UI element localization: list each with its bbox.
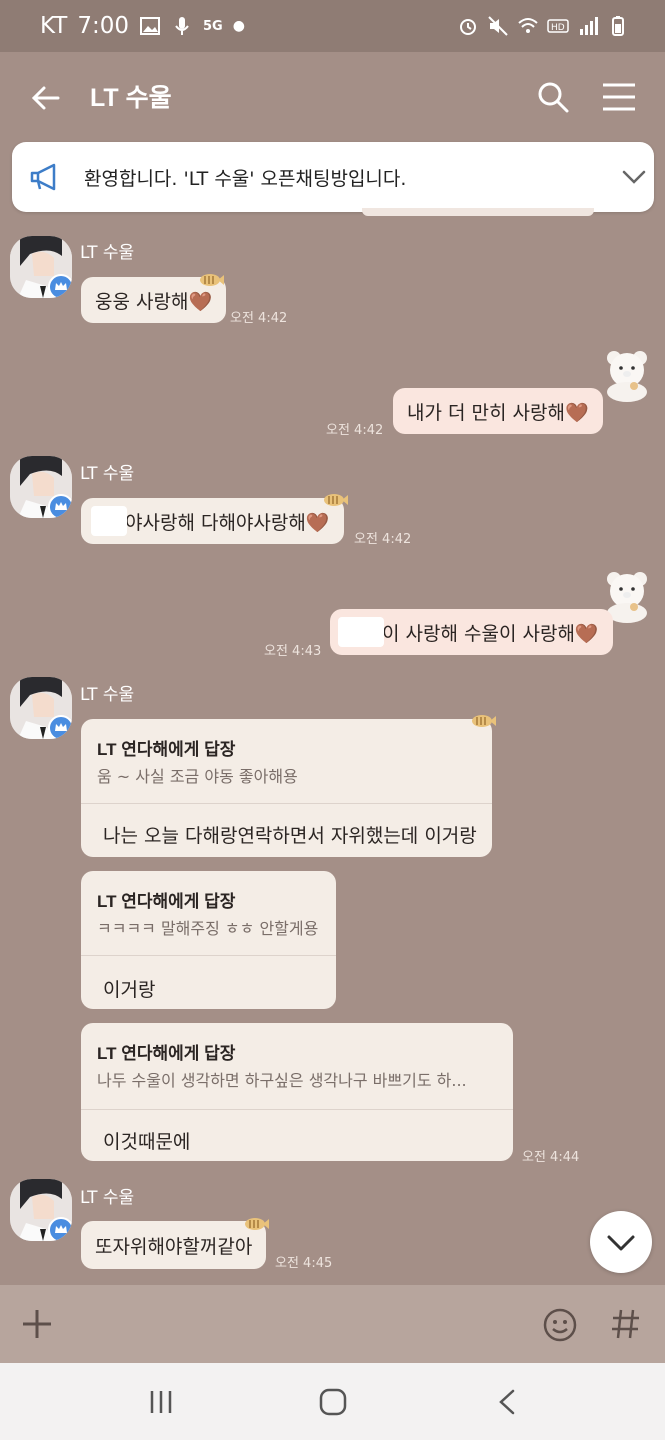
emoji-icon[interactable] bbox=[542, 1307, 578, 1343]
back-arrow-icon[interactable] bbox=[28, 80, 64, 116]
redaction-mark bbox=[338, 617, 384, 647]
reply-header: LT 연다해에게 답장 bbox=[97, 740, 236, 759]
crown-badge-icon bbox=[48, 494, 72, 518]
message-time: 오전 4:45 bbox=[275, 1256, 333, 1271]
reply-quote[interactable]: 움 ~ 사실 조금 야동 좋아해용 bbox=[97, 763, 298, 787]
reply-divider bbox=[81, 955, 336, 956]
network-label: 5G bbox=[203, 18, 223, 34]
message-time: 오전 4:42 bbox=[326, 423, 384, 438]
menu-icon[interactable] bbox=[600, 80, 638, 114]
message-time: 오전 4:44 bbox=[522, 1150, 580, 1165]
message-time: 오전 4:43 bbox=[264, 644, 322, 659]
crown-badge-icon bbox=[48, 1217, 72, 1241]
message-input-bar[interactable] bbox=[0, 1285, 665, 1363]
clock: 7:00 bbox=[77, 13, 130, 39]
mic-icon bbox=[175, 17, 189, 35]
reply-divider bbox=[81, 803, 492, 804]
dot-icon: ● bbox=[232, 18, 245, 34]
chevron-down-icon bbox=[607, 1235, 635, 1251]
redaction-mark bbox=[91, 506, 127, 536]
reply-text: 이거랑 bbox=[103, 979, 156, 1001]
hidden-bubble-edge bbox=[362, 208, 594, 216]
reply-quote[interactable]: ㅋㅋㅋㅋ 말해주징 ㅎㅎ 안할게용 bbox=[97, 915, 318, 939]
reply-text: 나는 오늘 다해랑연락하면서 자위했는데 이거랑 bbox=[103, 825, 477, 847]
avatar[interactable] bbox=[10, 236, 72, 298]
signal-icon bbox=[580, 17, 598, 35]
hd-icon: HD bbox=[547, 19, 569, 33]
carrier-label: KT bbox=[40, 13, 68, 39]
notice-banner[interactable]: 환영합니다. 'LT 수울' 오픈채팅방입니다. bbox=[12, 142, 654, 212]
reply-bubble[interactable]: LT 연다해에게 답장 움 ~ 사실 조금 야동 좋아해용 나는 오늘 다해랑연… bbox=[81, 719, 492, 857]
sender-name: LT 수울 bbox=[80, 464, 135, 484]
hashtag-icon[interactable] bbox=[610, 1307, 642, 1341]
svg-text:HD: HD bbox=[551, 23, 565, 33]
reply-header: LT 연다해에게 답장 bbox=[97, 892, 236, 911]
status-bar: KT 7:00 5G ● HD bbox=[0, 0, 665, 52]
chat-title: LT 수울 bbox=[90, 84, 172, 112]
avatar[interactable] bbox=[10, 677, 72, 739]
chevron-down-icon[interactable] bbox=[620, 166, 648, 188]
reply-bubble[interactable]: LT 연다해에게 답장 ㅋㅋㅋㅋ 말해주징 ㅎㅎ 안할게용 이거랑 bbox=[81, 871, 336, 1009]
message-text: 야사랑해 다해야사랑해🤎 bbox=[125, 511, 330, 534]
chat-header: LT 수울 bbox=[0, 52, 665, 140]
battery-icon bbox=[612, 16, 624, 36]
fish-sticker-icon bbox=[245, 1218, 269, 1230]
sender-name: LT 수울 bbox=[80, 685, 135, 705]
message-bubble[interactable]: 야사랑해 다해야사랑해🤎 bbox=[81, 498, 344, 544]
fish-sticker-icon bbox=[324, 494, 348, 506]
message-time: 오전 4:42 bbox=[230, 311, 288, 326]
my-message-bubble[interactable]: 내가 더 만히 사랑해🤎 bbox=[393, 388, 603, 434]
message-text: 이 사랑해 수울이 사랑해🤎 bbox=[382, 622, 599, 645]
sender-name: LT 수울 bbox=[80, 243, 135, 263]
back-icon[interactable] bbox=[496, 1389, 518, 1415]
notice-text: 환영합니다. 'LT 수울' 오픈채팅방입니다. bbox=[84, 168, 407, 190]
gallery-icon bbox=[140, 17, 161, 35]
reply-quote[interactable]: 나두 수울이 생각하면 하구싶은 생각나구 바쁘기도 하... bbox=[97, 1067, 467, 1091]
plus-icon[interactable] bbox=[20, 1307, 54, 1341]
system-nav-bar bbox=[0, 1363, 665, 1440]
recent-apps-icon[interactable] bbox=[148, 1389, 174, 1415]
fish-sticker-icon bbox=[200, 274, 224, 286]
sender-name: LT 수울 bbox=[80, 1188, 135, 1208]
avatar[interactable] bbox=[10, 456, 72, 518]
megaphone-icon bbox=[30, 163, 56, 191]
message-bubble[interactable]: 또자위해야할꺼같아 bbox=[81, 1221, 267, 1269]
reply-divider bbox=[81, 1109, 513, 1110]
reply-bubble[interactable]: LT 연다해에게 답장 나두 수울이 생각하면 하구싶은 생각나구 바쁘기도 하… bbox=[81, 1023, 513, 1161]
home-icon[interactable] bbox=[318, 1387, 348, 1417]
avatar[interactable] bbox=[10, 1179, 72, 1241]
message-time: 오전 4:42 bbox=[354, 532, 412, 547]
reply-text: 이것때문에 bbox=[103, 1131, 191, 1153]
wifi-icon bbox=[518, 18, 538, 33]
reply-header: LT 연다해에게 답장 bbox=[97, 1044, 236, 1063]
crown-badge-icon bbox=[48, 715, 72, 739]
crown-badge-icon bbox=[48, 274, 72, 298]
mute-icon bbox=[488, 16, 508, 36]
bear-sticker-icon bbox=[607, 351, 647, 402]
fish-sticker-icon bbox=[472, 715, 496, 727]
search-icon[interactable] bbox=[536, 80, 570, 114]
my-message-bubble[interactable]: 이 사랑해 수울이 사랑해🤎 bbox=[330, 609, 613, 655]
alarm-icon bbox=[460, 19, 476, 35]
scroll-to-bottom-button[interactable] bbox=[590, 1211, 652, 1273]
